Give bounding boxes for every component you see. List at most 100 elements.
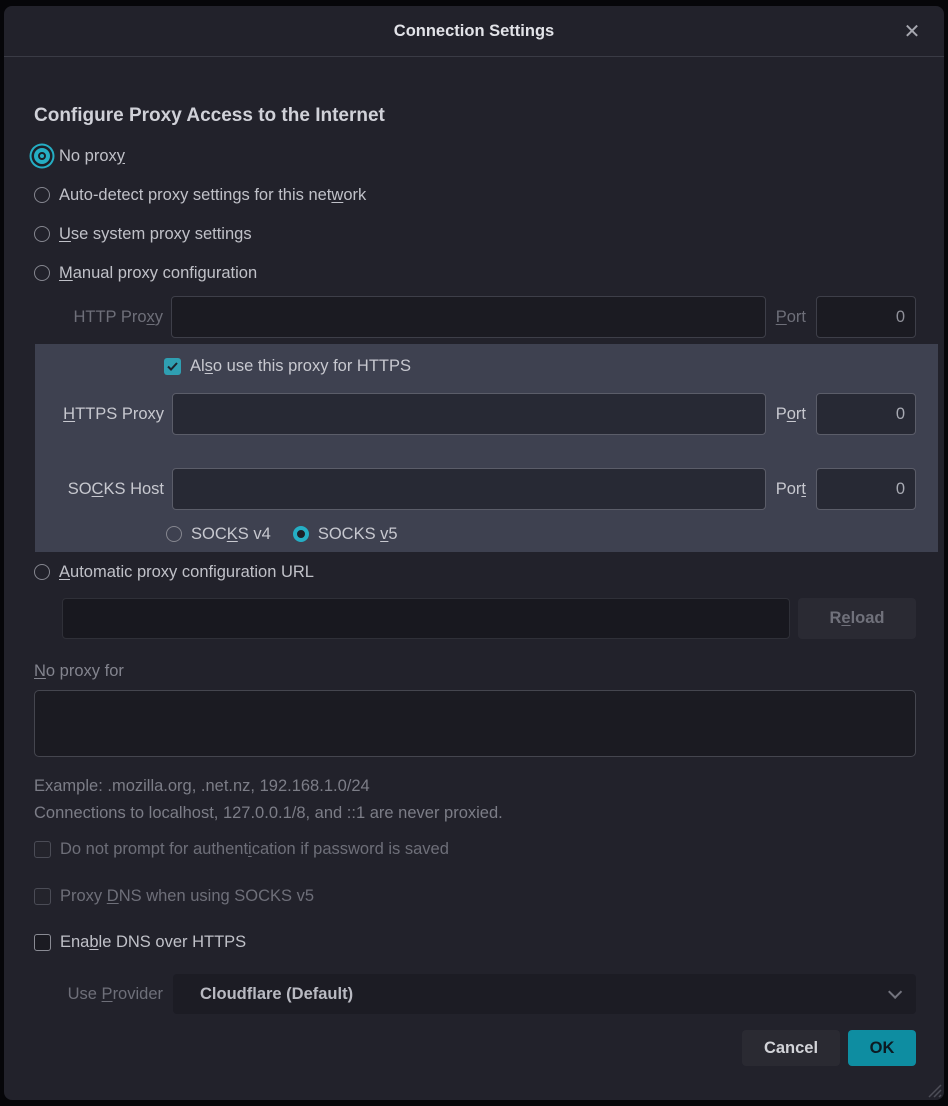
ok-button[interactable]: OK — [848, 1030, 916, 1066]
access-key: s — [205, 357, 213, 375]
label-pre: No prox — [59, 147, 117, 165]
access-key: D — [107, 887, 119, 905]
label-pre: Proxy — [60, 887, 107, 905]
chevron-down-icon — [888, 985, 902, 999]
no-proxy-for-textarea[interactable] — [34, 690, 916, 757]
close-button[interactable]: ✕ — [894, 6, 930, 57]
http-proxy-label: HTTP Proxy — [34, 308, 163, 327]
radio-socks-v5[interactable]: SOCKS v5 — [293, 522, 398, 546]
access-key: w — [331, 186, 343, 204]
checkbox-unchecked-icon[interactable] — [34, 841, 51, 858]
label-pre: SOC — [191, 525, 227, 543]
access-key: t — [801, 480, 806, 498]
label-pre: Por — [776, 480, 802, 498]
checkbox-also-https[interactable]: Also use this proxy for HTTPS — [164, 354, 916, 378]
action-buttons: Cancel OK — [34, 1030, 916, 1066]
radio-unselected-icon[interactable] — [34, 564, 50, 580]
https-proxy-label: HTTPS Proxy — [35, 405, 164, 424]
checkbox-unchecked-icon[interactable] — [34, 888, 51, 905]
radio-unselected-icon[interactable] — [34, 265, 50, 281]
socks-version-group: SOCKS v4 SOCKS v5 — [166, 522, 916, 546]
socks-port-input[interactable] — [816, 468, 916, 510]
label-pre: Auto-detect proxy settings for this net — [59, 186, 331, 204]
access-key: U — [59, 225, 71, 243]
checkbox-no-prompt-auth-label: Do not prompt for authentication if pass… — [60, 840, 449, 859]
label-post: o use this proxy for HTTPS — [213, 357, 411, 375]
radio-selected-icon[interactable] — [293, 526, 309, 542]
label-post: y — [155, 308, 163, 326]
no-proxy-for-label: No proxy for — [34, 659, 916, 683]
radio-unselected-icon[interactable] — [34, 226, 50, 242]
label-pre: P — [776, 405, 787, 423]
access-key: P — [776, 308, 787, 326]
access-key: e — [841, 609, 850, 627]
access-key: M — [59, 264, 73, 282]
checkbox-enable-doh-label: Enable DNS over HTTPS — [60, 933, 246, 952]
checkbox-proxy-dns[interactable]: Proxy DNS when using SOCKS v5 — [34, 884, 916, 908]
resize-grip[interactable] — [924, 1080, 942, 1098]
label-pre: Ena — [60, 933, 89, 951]
label-post: utomatic proxy configuration URL — [70, 563, 314, 581]
auto-config-url-input[interactable] — [62, 598, 790, 639]
connection-settings-dialog: Connection Settings ✕ Configure Proxy Ac… — [4, 6, 944, 1100]
access-key: y — [117, 147, 125, 165]
radio-manual-proxy[interactable]: Manual proxy configuration — [34, 261, 916, 285]
example-text: Example: .mozilla.org, .net.nz, 192.168.… — [34, 774, 916, 798]
checkbox-unchecked-icon[interactable] — [34, 934, 51, 951]
label-post: NS when using SOCKS v5 — [119, 887, 314, 905]
radio-system-proxy[interactable]: Use system proxy settings — [34, 222, 916, 246]
checkbox-no-prompt-auth[interactable]: Do not prompt for authentication if pass… — [34, 837, 916, 861]
label-post: anual proxy configuration — [73, 264, 257, 282]
access-key: H — [63, 405, 75, 423]
http-proxy-row: HTTP Proxy Port — [34, 296, 916, 338]
radio-auto-config-url[interactable]: Automatic proxy configuration URL — [34, 560, 916, 584]
label-post: 5 — [388, 525, 397, 543]
titlebar: Connection Settings ✕ — [4, 6, 944, 57]
provider-dropdown[interactable]: Cloudflare (Default) — [173, 974, 916, 1014]
label-post: TTPS Proxy — [75, 405, 164, 423]
radio-auto-detect[interactable]: Auto-detect proxy settings for this netw… — [34, 183, 916, 207]
access-key: o — [787, 405, 796, 423]
http-port-input[interactable] — [816, 296, 916, 338]
https-proxy-input[interactable] — [172, 393, 766, 435]
label-post: cation if password is saved — [252, 840, 449, 858]
socks-host-input[interactable] — [172, 468, 766, 510]
label-pre: Al — [190, 357, 205, 375]
radio-unselected-icon[interactable] — [34, 187, 50, 203]
auto-config-url-row: Reload — [62, 598, 916, 639]
radio-selected-icon[interactable] — [34, 148, 50, 164]
checkbox-enable-doh[interactable]: Enable DNS over HTTPS — [34, 930, 916, 954]
radio-manual-proxy-label: Manual proxy configuration — [59, 264, 257, 283]
label-pre: Do not prompt for authent — [60, 840, 248, 858]
http-proxy-input[interactable] — [171, 296, 766, 338]
radio-system-proxy-label: Use system proxy settings — [59, 225, 252, 244]
section-heading: Configure Proxy Access to the Internet — [34, 103, 916, 129]
cancel-button[interactable]: Cancel — [742, 1030, 840, 1066]
socks-host-label: SOCKS Host — [35, 480, 164, 499]
checkbox-also-https-label: Also use this proxy for HTTPS — [190, 357, 411, 376]
http-port-label: Port — [776, 308, 806, 327]
radio-unselected-icon[interactable] — [166, 526, 182, 542]
reload-button[interactable]: Reload — [798, 598, 916, 639]
https-port-label: Port — [776, 405, 806, 424]
radio-socks-v5-label: SOCKS v5 — [318, 525, 398, 544]
label-post: KS Host — [103, 480, 164, 498]
label-post: rt — [796, 405, 806, 423]
radio-no-proxy[interactable]: No proxy — [34, 144, 916, 168]
highlight-band: Also use this proxy for HTTPS HTTPS Prox… — [35, 344, 938, 552]
access-key: K — [227, 525, 238, 543]
radio-socks-v4[interactable]: SOCKS v4 — [166, 522, 271, 546]
dialog-content: Configure Proxy Access to the Internet N… — [4, 103, 944, 1066]
access-key: A — [59, 563, 70, 581]
access-key: x — [147, 308, 155, 326]
label-post: le DNS over HTTPS — [99, 933, 247, 951]
label-post: rovider — [113, 985, 163, 1003]
localhost-note: Connections to localhost, 127.0.0.1/8, a… — [34, 801, 916, 825]
checkmark-icon — [167, 362, 178, 371]
access-key: C — [92, 480, 104, 498]
checkbox-checked-icon[interactable] — [164, 358, 181, 375]
radio-auto-config-url-label: Automatic proxy configuration URL — [59, 563, 314, 582]
provider-label: Use Provider — [34, 985, 163, 1004]
https-port-input[interactable] — [816, 393, 916, 435]
radio-socks-v4-label: SOCKS v4 — [191, 525, 271, 544]
